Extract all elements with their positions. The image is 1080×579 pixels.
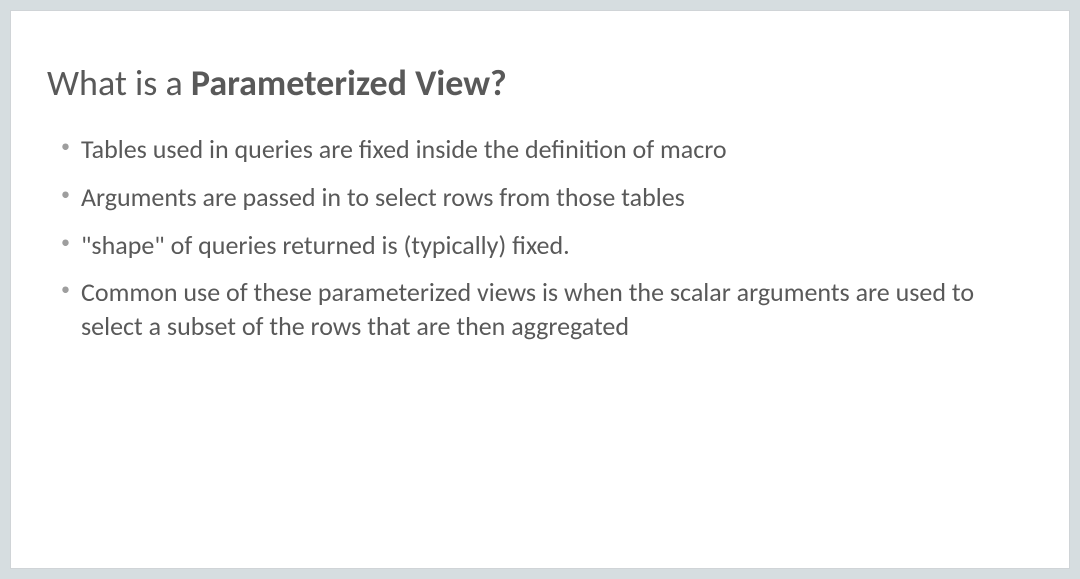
slide: What is a Parameterized View? Tables use…	[10, 10, 1070, 569]
bullet-list: Tables used in queries are fixed inside …	[41, 133, 1039, 344]
list-item: Arguments are passed in to select rows f…	[61, 181, 1039, 215]
list-item: Common use of these parameterized views …	[61, 276, 1039, 344]
slide-title: What is a Parameterized View?	[47, 61, 1039, 105]
title-prefix: What is a	[47, 61, 191, 105]
title-bold: Parameterized View?	[191, 61, 507, 105]
list-item: Tables used in queries are fixed inside …	[61, 133, 1039, 167]
list-item: "shape" of queries returned is (typicall…	[61, 229, 1039, 263]
